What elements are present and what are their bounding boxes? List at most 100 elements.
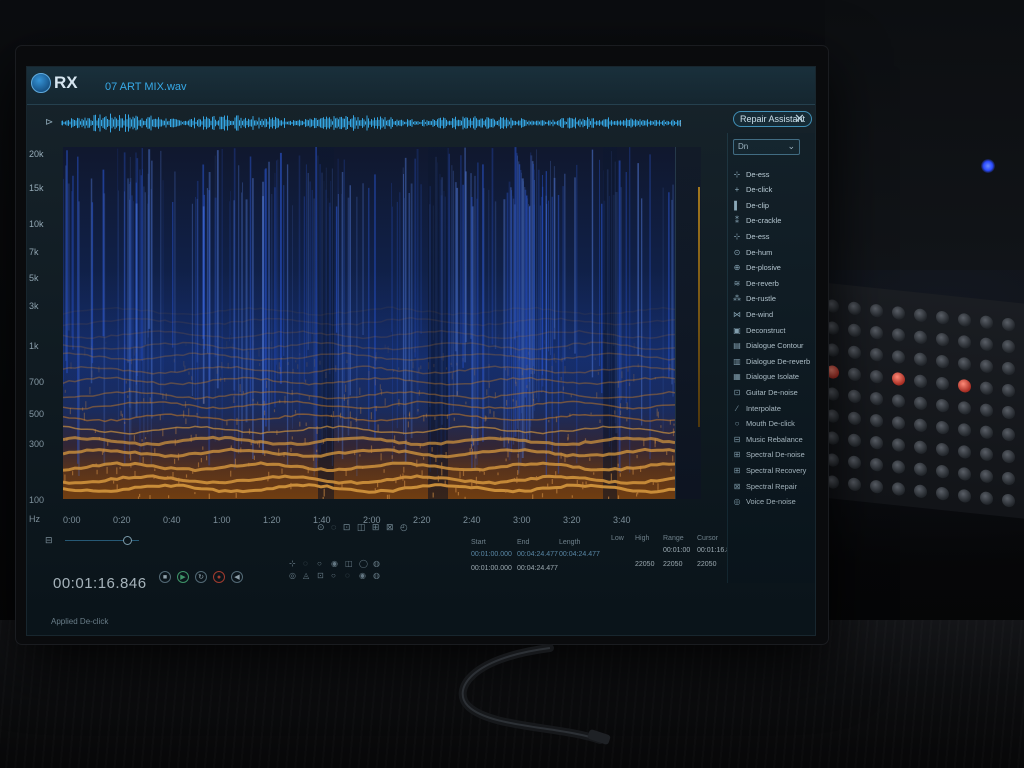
spectrogram-fleck — [450, 362, 452, 366]
spectrogram-fleck — [507, 449, 509, 458]
selection-tool-icon[interactable]: ◬ — [303, 571, 309, 580]
module-item[interactable]: ▥ Dialogue De-reverb — [733, 354, 810, 368]
spectrogram-fleck — [528, 351, 530, 355]
loop-icon[interactable]: ↻ — [195, 571, 207, 583]
module-item[interactable]: ⊟ Music Rebalance — [733, 432, 803, 446]
spectrogram-fleck — [308, 396, 310, 401]
selection-tool-icon[interactable]: ◉ — [331, 559, 338, 568]
module-item[interactable]: ▦ Dialogue Isolate — [733, 370, 799, 384]
spectrogram-fleck — [257, 401, 259, 404]
spectrogram-fleck — [548, 420, 550, 423]
module-item[interactable]: ◎ Voice De-noise — [733, 495, 796, 509]
rewind-icon[interactable]: ◀ — [231, 571, 243, 583]
module-item[interactable]: ⊙ De-hum — [733, 245, 773, 259]
module-filter-value: Dn — [738, 142, 749, 151]
selection-value[interactable]: 22050 — [635, 561, 654, 568]
mixer-knob — [958, 466, 971, 482]
module-label: Interpolate — [746, 403, 781, 413]
spectrogram-fleck — [294, 410, 297, 414]
play-icon[interactable]: ▶ — [177, 571, 189, 583]
spectrogram-fleck — [221, 362, 223, 370]
spectrogram-fleck — [116, 467, 118, 475]
selection-value[interactable]: 22050 — [697, 561, 716, 568]
selection-value[interactable]: 00:01:00 — [663, 547, 690, 554]
selection-tool-icon[interactable]: ⊡ — [317, 571, 324, 580]
module-item[interactable]: ⊡ Guitar De-noise — [733, 385, 798, 399]
spectrogram-fleck — [307, 467, 309, 474]
spectrogram-fleck — [387, 345, 389, 353]
spectrogram-fleck — [283, 452, 285, 457]
spectrogram-fleck — [215, 339, 217, 342]
selection-tool-icon[interactable]: ○ — [317, 559, 322, 568]
spectrogram-fleck — [636, 454, 638, 459]
close-icon[interactable]: ✕ — [794, 111, 805, 127]
module-item[interactable]: ⁑ De-crackle — [733, 214, 781, 228]
module-item[interactable]: ⊹ De-ess — [733, 229, 770, 243]
spectrogram-fleck — [562, 386, 564, 391]
module-item[interactable]: ⋈ De-wind — [733, 307, 773, 321]
spectrogram[interactable] — [63, 147, 675, 499]
selection-tool-icon[interactable]: ◎ — [289, 571, 296, 580]
timecode-display: 00:01:16.846 — [53, 575, 147, 592]
selection-tool-icon[interactable]: ◍ — [373, 571, 380, 580]
module-item[interactable]: ▤ Dialogue Contour — [733, 339, 803, 353]
selection-tool-icon[interactable]: ◍ — [373, 559, 380, 568]
selection-tool-icon[interactable]: ⊹ — [289, 559, 296, 568]
spectrogram-fleck — [656, 408, 658, 417]
spectrogram-fleck — [226, 341, 228, 348]
module-item[interactable]: ⊠ Spectral Repair — [733, 479, 797, 493]
horizontal-zoom[interactable]: ⊟ — [45, 533, 155, 547]
module-item[interactable]: ∕ Interpolate — [733, 401, 781, 415]
zoom-handle[interactable] — [123, 536, 132, 545]
module-item[interactable]: ⊞ Spectral Recovery — [733, 463, 807, 477]
module-item[interactable]: ▣ Deconstruct — [733, 323, 785, 337]
selection-value[interactable]: 00:04:24.477 — [517, 565, 558, 572]
module-item[interactable]: + De-click — [733, 183, 773, 197]
overview-waveform[interactable] — [61, 111, 697, 135]
mixer-knob — [914, 396, 927, 411]
spectrogram-fleck — [462, 469, 465, 476]
module-item[interactable]: ≋ De-reverb — [733, 276, 779, 290]
module-filter-dropdown[interactable]: Dn ⌄ — [733, 139, 800, 155]
spectrogram-fleck — [127, 395, 129, 398]
selection-tool-icon[interactable]: ◌ — [303, 559, 308, 568]
module-item[interactable]: ○ Mouth De-click — [733, 417, 795, 431]
audio-cable — [458, 644, 611, 745]
selection-value[interactable]: 22050 — [663, 561, 682, 568]
selection-value[interactable]: 00:01:00.000 — [471, 565, 512, 572]
selection-tool-icon[interactable]: ◌ — [345, 571, 350, 580]
spectrogram-fleck — [173, 358, 175, 363]
stop-icon[interactable]: ■ — [159, 571, 171, 583]
studio-speaker — [825, 0, 1024, 270]
spectrogram-fleck — [398, 399, 400, 407]
spectrogram-fleck — [291, 390, 293, 396]
spectrogram-fleck — [434, 416, 436, 420]
selection-tool-icon[interactable]: ◫ — [345, 559, 353, 568]
view-toolbar[interactable]: ⊙ ◌ ⊡ ◫ ⊞ ⊠ ◴ — [317, 522, 410, 533]
spectrogram-fleck — [446, 414, 448, 419]
selection-value[interactable]: 00:04:24.477 — [559, 551, 600, 558]
module-item[interactable]: ⊹ De-ess — [733, 167, 770, 181]
spectrogram-fleck — [383, 469, 385, 473]
spectrogram-fleck — [128, 387, 131, 392]
module-item[interactable]: ⊞ Spectral De-noise — [733, 448, 805, 462]
overview-speaker-icon[interactable]: ⊳ — [45, 117, 53, 128]
selection-tool-icon[interactable]: ◉ — [359, 571, 366, 580]
module-item[interactable]: ⁂ De-rustle — [733, 292, 776, 306]
selection-value[interactable]: 00:01:00.000 — [471, 551, 512, 558]
spectrogram-fleck — [121, 476, 123, 480]
spectrogram-fleck — [322, 496, 324, 499]
spectrogram-fleck — [124, 421, 126, 424]
record-icon[interactable]: ● — [213, 571, 225, 583]
module-item[interactable]: ⊕ De-plosive — [733, 261, 781, 275]
spectrogram-fleck — [167, 475, 169, 480]
selection-tool-icon[interactable]: ◯ — [359, 559, 368, 568]
spectrogram-fleck — [471, 481, 473, 489]
module-item[interactable]: ▌ De-clip — [733, 198, 769, 212]
spectrogram-fleck — [518, 355, 520, 361]
mixer-knob — [870, 347, 883, 362]
file-tab-name[interactable]: 07 ART MIX.wav — [105, 81, 187, 93]
selection-value[interactable]: 00:04:24.477 — [517, 551, 558, 558]
spectrogram-fleck — [397, 331, 398, 335]
selection-tool-icon[interactable]: ○ — [331, 571, 336, 580]
